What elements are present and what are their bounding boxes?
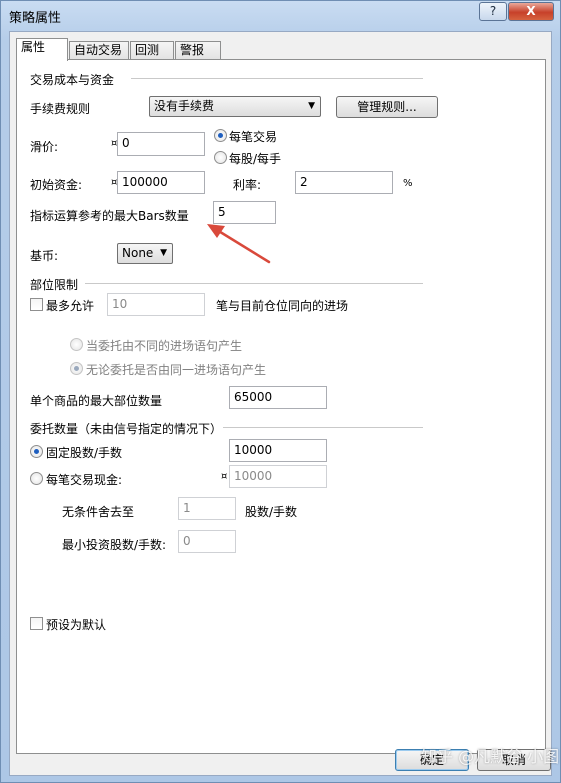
annotation-arrow-icon <box>207 224 271 264</box>
set-default-checkbox[interactable] <box>30 617 43 630</box>
rate-label: 利率: <box>233 178 262 192</box>
base-currency-value: None <box>122 246 154 260</box>
max-bars-label: 指标运算参考的最大Bars数量 <box>30 209 189 223</box>
max-allow-input[interactable]: 10 <box>107 293 205 316</box>
cash-per-trade-input[interactable]: 10000 <box>229 465 327 488</box>
cash-per-trade-radio[interactable] <box>30 472 43 485</box>
min-invest-label: 最小投资股数/手数: <box>62 538 167 552</box>
per-trade-radio[interactable] <box>214 129 227 142</box>
currency-icon: ¤ <box>221 471 228 482</box>
tab-backtest[interactable]: 回测 <box>130 41 174 60</box>
group-position-label: 部位限制 <box>30 278 79 292</box>
rate-input[interactable]: 2 <box>295 171 393 194</box>
percent-label: % <box>403 178 413 189</box>
tab-auto-trade[interactable]: 自动交易 <box>69 41 129 60</box>
dialog-window: 策略属性 ? X 属性 自动交易 回测 警报 交易成本与资金 手续费规则 没有手… <box>0 0 561 783</box>
window-title: 策略属性 <box>9 11 62 26</box>
radio-different-entry-label: 当委托由不同的进场语句产生 <box>86 339 243 353</box>
base-currency-select[interactable]: None ▼ <box>117 243 173 264</box>
round-down-input[interactable]: 1 <box>178 497 236 520</box>
chevron-down-icon: ▼ <box>160 248 167 258</box>
fee-rule-select[interactable]: 没有手续费 ▼ <box>149 96 321 117</box>
group-cost-divider <box>131 78 423 79</box>
dialog-client: 属性 自动交易 回测 警报 交易成本与资金 手续费规则 没有手续费 ▼ 管理规则… <box>9 31 552 776</box>
group-position-divider <box>85 283 423 284</box>
max-allow-suffix: 笔与目前仓位同向的进场 <box>216 299 349 313</box>
group-order-label: 委托数量（未由信号指定的情况下） <box>30 422 223 436</box>
cash-per-trade-label: 每笔交易现金: <box>46 473 123 487</box>
fee-rule-label: 手续费规则 <box>30 102 91 116</box>
max-position-input[interactable]: 65000 <box>229 386 327 409</box>
capital-input[interactable]: 100000 <box>117 171 205 194</box>
per-share-radio[interactable] <box>214 151 227 164</box>
title-bar[interactable]: 策略属性 ? X <box>1 1 560 29</box>
radio-any-entry-label: 无论委托是否由同一进场语句产生 <box>86 363 267 377</box>
set-default-label: 预设为默认 <box>46 618 107 632</box>
fee-rule-value: 没有手续费 <box>154 99 215 113</box>
group-order-divider <box>223 427 423 428</box>
close-button[interactable]: X <box>508 2 554 21</box>
help-button[interactable]: ? <box>479 2 507 21</box>
max-position-label: 单个商品的最大部位数量 <box>30 394 163 408</box>
properties-panel: 交易成本与资金 手续费规则 没有手续费 ▼ 管理规则... 滑价: ¤ 0 每笔… <box>16 59 546 754</box>
tab-properties[interactable]: 属性 <box>16 38 68 61</box>
per-share-label: 每股/每手 <box>229 152 282 166</box>
watermark-text: 知乎 @凡默谷·小图 <box>421 747 560 766</box>
capital-label: 初始资金: <box>30 178 83 192</box>
round-down-label: 无条件舍去至 <box>62 505 135 519</box>
per-trade-label: 每笔交易 <box>229 130 278 144</box>
manage-rules-button[interactable]: 管理规则... <box>336 96 438 118</box>
radio-different-entry[interactable] <box>70 338 83 351</box>
fixed-shares-radio[interactable] <box>30 445 43 458</box>
group-cost-label: 交易成本与资金 <box>30 73 115 87</box>
fixed-shares-input[interactable]: 10000 <box>229 439 327 462</box>
radio-any-entry[interactable] <box>70 362 83 375</box>
slippage-input[interactable]: 0 <box>117 132 205 156</box>
fixed-shares-label: 固定股数/手数 <box>46 446 123 460</box>
max-allow-label: 最多允许 <box>46 299 95 313</box>
tab-alerts[interactable]: 警报 <box>175 41 221 60</box>
base-currency-label: 基币: <box>30 249 59 263</box>
max-allow-checkbox[interactable] <box>30 298 43 311</box>
min-invest-input[interactable]: 0 <box>178 530 236 553</box>
round-down-suffix: 股数/手数 <box>245 505 298 519</box>
slippage-label: 滑价: <box>30 140 59 154</box>
chevron-down-icon: ▼ <box>308 101 315 111</box>
